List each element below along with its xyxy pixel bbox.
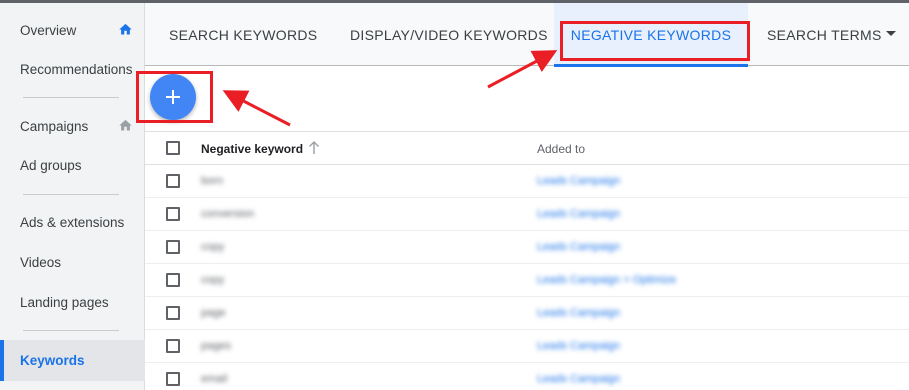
annotation-arrow-to-tab — [487, 50, 558, 89]
annotation-arrows — [222, 50, 558, 127]
annotation-arrow-to-add-button — [222, 90, 291, 127]
